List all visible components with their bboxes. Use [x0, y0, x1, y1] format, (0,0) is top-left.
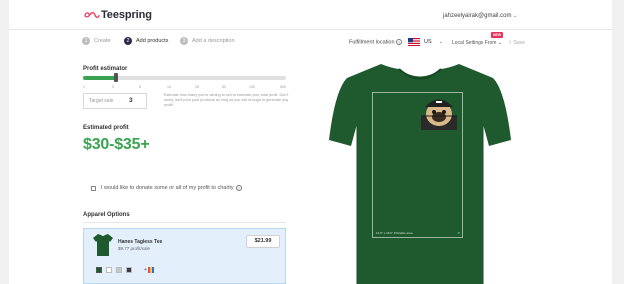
color-swatch-gray[interactable]: [116, 267, 122, 273]
step-add-products[interactable]: 2 Add products: [124, 37, 168, 45]
tshirt-thumbnail-icon: [93, 234, 113, 256]
donate-checkbox[interactable]: [91, 185, 96, 191]
save-label: Save: [513, 40, 525, 46]
estimated-profit-title: Estimated profit: [83, 125, 129, 131]
target-sale-input[interactable]: Target sale 3: [83, 93, 147, 109]
target-sale-value: 3: [129, 97, 133, 104]
save-icon: ⇩: [508, 40, 513, 46]
local-settings-label: Local Settings From: [452, 40, 497, 46]
estimator-help-text: Estimate how many you're aiming to sell …: [164, 93, 289, 107]
price-input[interactable]: $21.99: [246, 235, 280, 248]
tick-label: 25: [195, 85, 199, 89]
add-color-button[interactable]: +: [144, 267, 154, 273]
tick-label: 50: [222, 85, 226, 89]
step-number: 2: [124, 37, 132, 45]
chevron-down-icon[interactable]: ⌄: [513, 13, 517, 19]
step-add-description[interactable]: 3 Add a description: [180, 37, 235, 45]
zoom-icon[interactable]: ⌕: [458, 230, 460, 235]
pug-in-pocket-design[interactable]: [418, 92, 463, 132]
slider-handle[interactable]: [114, 73, 118, 82]
donate-label: I would like to donate some or all of my…: [101, 185, 234, 191]
apparel-options-title: Apparel Options: [83, 212, 130, 218]
profit-estimator-title: Profit estimator: [83, 66, 128, 72]
teespring-logo-icon: [84, 12, 100, 18]
print-area-label: 12.0" x 16.0" Printable area: [376, 231, 413, 235]
palette-icon: [147, 267, 154, 273]
fulfillment-label: Fulfillment location: [349, 39, 395, 46]
currency-select[interactable]: US: [424, 39, 432, 45]
step-label: Add products: [136, 38, 169, 44]
slider-fill: [83, 76, 115, 80]
estimated-profit-value: $30-$35+: [83, 136, 150, 153]
step-label: Create: [94, 38, 111, 44]
step-label: Add a description: [192, 38, 235, 44]
top-header: Teespring jahzeelyairak@gmail.com ⌄: [9, 0, 612, 30]
tick-label: 1: [83, 85, 85, 89]
tick-label: 3: [112, 85, 114, 89]
local-settings-dropdown[interactable]: Local Settings From ⌄: [452, 40, 502, 46]
product-name: Hanes Tagless Tee: [118, 239, 163, 245]
step-create[interactable]: 1 Create: [82, 37, 111, 45]
add-color-label: +: [144, 267, 147, 273]
user-email-menu[interactable]: jahzeelyairak@gmail.com: [443, 13, 511, 19]
divider: [83, 222, 286, 223]
color-swatches: +: [96, 267, 154, 273]
chevron-down-icon: ⌄: [497, 40, 503, 46]
help-icon[interactable]: ?: [396, 39, 403, 45]
color-swatch-white[interactable]: [106, 267, 112, 273]
brand-name[interactable]: Teespring: [101, 9, 152, 21]
tick-label: 100: [249, 85, 255, 89]
color-swatch-green[interactable]: [96, 267, 102, 273]
save-button[interactable]: ⇩ Save: [508, 40, 525, 46]
donate-option[interactable]: I would like to donate some or all of my…: [91, 185, 242, 191]
us-flag-icon[interactable]: [408, 38, 420, 46]
help-icon[interactable]: ?: [235, 185, 242, 191]
tick-label: 500: [280, 85, 286, 89]
step-number: 1: [82, 37, 90, 45]
target-sale-label: Target sale: [89, 98, 114, 104]
product-card[interactable]: Hanes Tagless Tee $9.77 profit/sale $21.…: [83, 228, 286, 284]
slider-tick-labels: 1 3 5 10 25 50 100 500: [83, 85, 286, 91]
step-number: 3: [180, 37, 188, 45]
new-badge: NEW: [491, 32, 504, 38]
fulfillment-location: Fulfillment location ?: [349, 39, 403, 46]
profit-per-sale: $9.77 profit/sale: [118, 246, 151, 251]
color-swatch-charcoal[interactable]: [126, 267, 132, 273]
page: Teespring jahzeelyairak@gmail.com ⌄ 1 Cr…: [9, 0, 612, 284]
tick-label: 5: [139, 85, 141, 89]
chevron-down-icon[interactable]: ⌄: [439, 39, 443, 45]
tick-label: 10: [167, 85, 171, 89]
